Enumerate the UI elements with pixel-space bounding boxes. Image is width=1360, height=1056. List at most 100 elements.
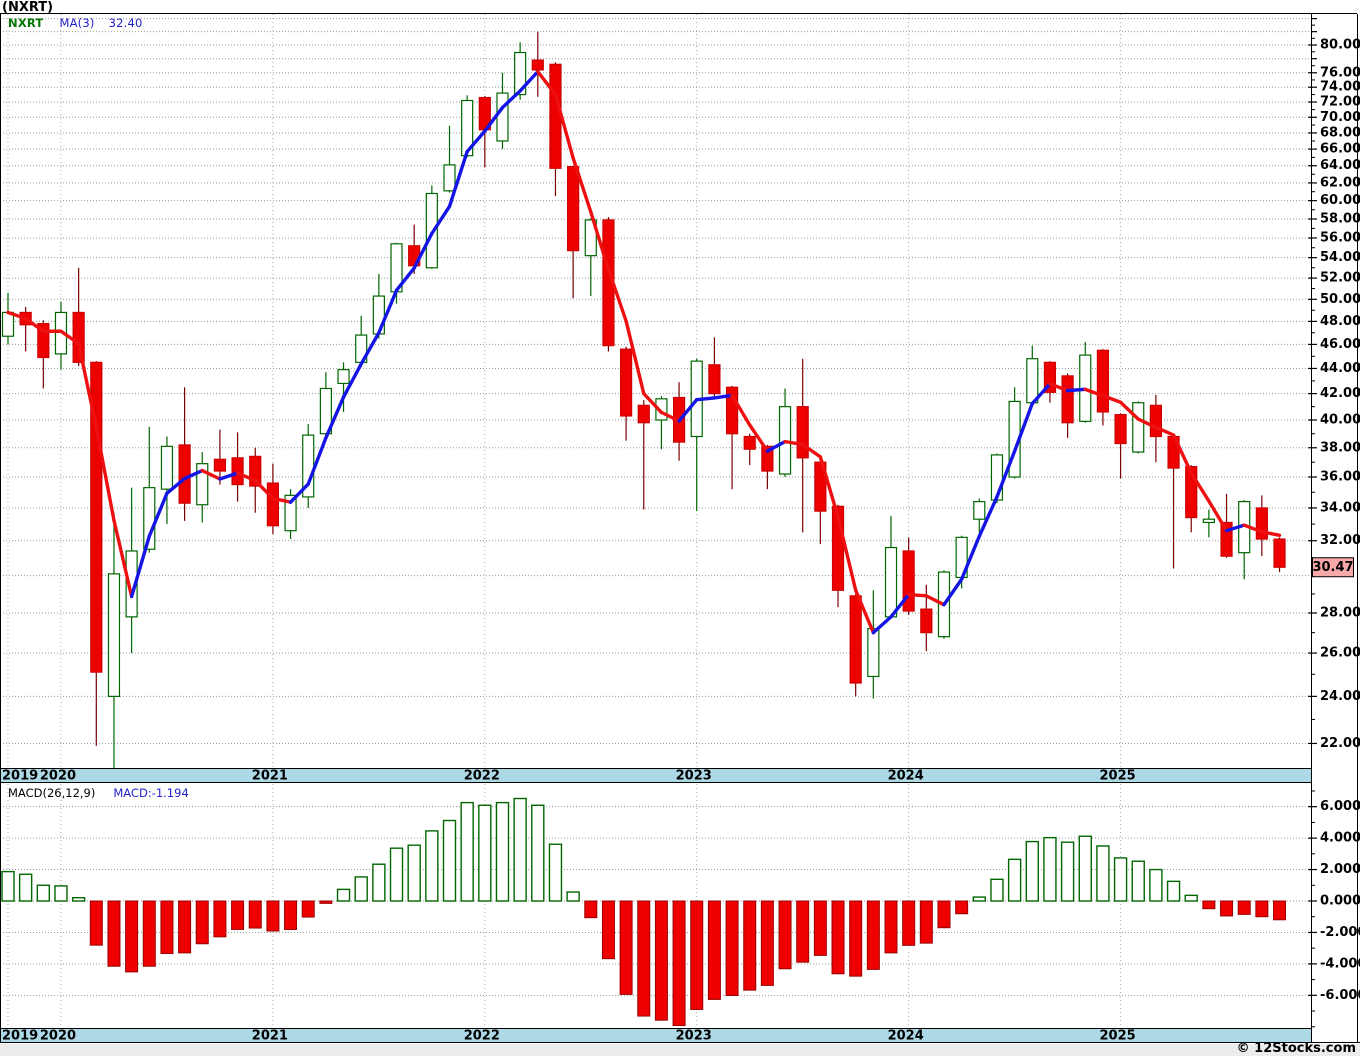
macd-bar[interactable] <box>1149 868 1163 902</box>
macd-bar[interactable] <box>89 900 103 946</box>
macd-bar[interactable] <box>284 900 298 930</box>
macd-bar[interactable] <box>301 900 315 918</box>
macd-bar[interactable] <box>725 900 739 996</box>
macd-bar[interactable] <box>442 819 457 902</box>
macd-bar[interactable] <box>71 896 86 902</box>
macd-bar[interactable] <box>389 847 404 902</box>
macd-bar[interactable] <box>972 896 986 902</box>
macd-bar[interactable] <box>813 900 827 956</box>
macd-bar[interactable] <box>231 900 245 930</box>
candle-up[interactable] <box>1 311 15 337</box>
candle-down[interactable] <box>1061 375 1074 424</box>
macd-bar[interactable] <box>213 900 227 938</box>
macd-bar[interactable] <box>566 891 580 902</box>
macd-bar[interactable] <box>1025 840 1039 902</box>
macd-bar[interactable] <box>460 801 474 902</box>
macd-bar[interactable] <box>778 900 792 970</box>
macd-bar[interactable] <box>796 900 810 963</box>
macd-bar[interactable] <box>1096 845 1110 902</box>
macd-bar[interactable] <box>336 888 351 902</box>
macd-bar[interactable] <box>955 900 969 915</box>
macd-bar[interactable] <box>142 900 156 967</box>
candle-up[interactable] <box>496 92 509 142</box>
macd-bar[interactable] <box>990 878 1004 902</box>
macd-bar[interactable] <box>513 797 527 902</box>
candle-down[interactable] <box>231 457 244 486</box>
macd-bar[interactable] <box>495 801 510 902</box>
macd-bar[interactable] <box>1202 900 1216 910</box>
macd-bar[interactable] <box>831 900 845 975</box>
candle-down[interactable] <box>567 165 580 252</box>
candle-up[interactable] <box>867 628 880 678</box>
macd-bar[interactable] <box>601 900 615 960</box>
macd-bar[interactable] <box>372 863 386 902</box>
macd-bar[interactable] <box>884 900 898 954</box>
candle-down[interactable] <box>796 406 809 459</box>
macd-bar[interactable] <box>902 900 916 946</box>
macd-bar[interactable] <box>125 900 139 973</box>
candle-down[interactable] <box>1149 404 1163 438</box>
macd-bar[interactable] <box>18 873 33 902</box>
macd-bar[interactable] <box>743 900 757 991</box>
macd-bar[interactable] <box>1113 857 1128 902</box>
macd-bar[interactable] <box>266 900 280 932</box>
candle-down[interactable] <box>637 404 650 424</box>
macd-bar[interactable] <box>1166 880 1181 902</box>
candle-down[interactable] <box>213 458 227 472</box>
macd-bar[interactable] <box>178 900 192 954</box>
macd-bar[interactable] <box>1255 900 1269 918</box>
macd-bar[interactable] <box>1131 860 1145 902</box>
macd-bar[interactable] <box>866 900 880 970</box>
macd-bar[interactable] <box>1007 858 1022 902</box>
macd-bar[interactable] <box>36 884 51 902</box>
macd-bar[interactable] <box>654 900 668 1021</box>
candle-down[interactable] <box>178 444 191 504</box>
macd-bar[interactable] <box>354 876 368 902</box>
macd-bar[interactable] <box>672 900 686 1027</box>
candle-down[interactable] <box>1096 349 1110 413</box>
macd-bar[interactable] <box>849 900 863 977</box>
macd-bar[interactable] <box>1043 836 1057 902</box>
candle-down[interactable] <box>531 59 544 71</box>
candle-up[interactable] <box>372 295 385 335</box>
macd-bar[interactable] <box>425 830 439 902</box>
macd-bar[interactable] <box>248 900 262 929</box>
macd-bar[interactable] <box>1078 835 1092 902</box>
macd-bar[interactable] <box>690 900 704 1010</box>
candle-down[interactable] <box>1114 414 1127 445</box>
macd-bar[interactable] <box>1184 894 1198 902</box>
macd-bar[interactable] <box>160 900 174 955</box>
macd-bar[interactable] <box>937 900 951 929</box>
macd-bar[interactable] <box>1060 841 1075 902</box>
candle-down[interactable] <box>549 63 562 169</box>
candle-down[interactable] <box>1255 507 1268 540</box>
macd-bar[interactable] <box>919 900 933 944</box>
macd-bar[interactable] <box>1273 900 1287 921</box>
macd-bar[interactable] <box>1237 900 1251 915</box>
candle-down[interactable] <box>743 435 756 450</box>
candle-down[interactable] <box>619 348 633 417</box>
candle-down[interactable] <box>849 595 862 684</box>
macd-bar[interactable] <box>319 900 333 904</box>
candle-down[interactable] <box>266 482 279 527</box>
candle-down[interactable] <box>920 608 933 634</box>
candle-up[interactable] <box>1132 402 1145 453</box>
candle-up[interactable] <box>160 445 174 490</box>
macd-bar[interactable] <box>1 870 15 902</box>
candle-up[interactable] <box>1026 358 1039 404</box>
candle-down[interactable] <box>708 364 721 395</box>
macd-bar[interactable] <box>707 900 721 1000</box>
candle-up[interactable] <box>337 369 350 385</box>
macd-bar[interactable] <box>54 885 68 902</box>
macd-bar[interactable] <box>760 900 774 986</box>
macd-bar[interactable] <box>478 804 492 902</box>
candle-up[interactable] <box>884 546 898 618</box>
chart-canvas[interactable]: 2019 2020 2021 2022 2023 2024 20252019 2020 2021… <box>0 0 1360 1056</box>
candle-up[interactable] <box>443 164 456 192</box>
macd-bar[interactable] <box>637 900 651 1017</box>
candle-up[interactable] <box>973 501 986 520</box>
macd-bar[interactable] <box>584 900 598 919</box>
macd-bar[interactable] <box>107 900 121 967</box>
candle-down[interactable] <box>1273 538 1286 568</box>
macd-bar[interactable] <box>407 844 421 902</box>
